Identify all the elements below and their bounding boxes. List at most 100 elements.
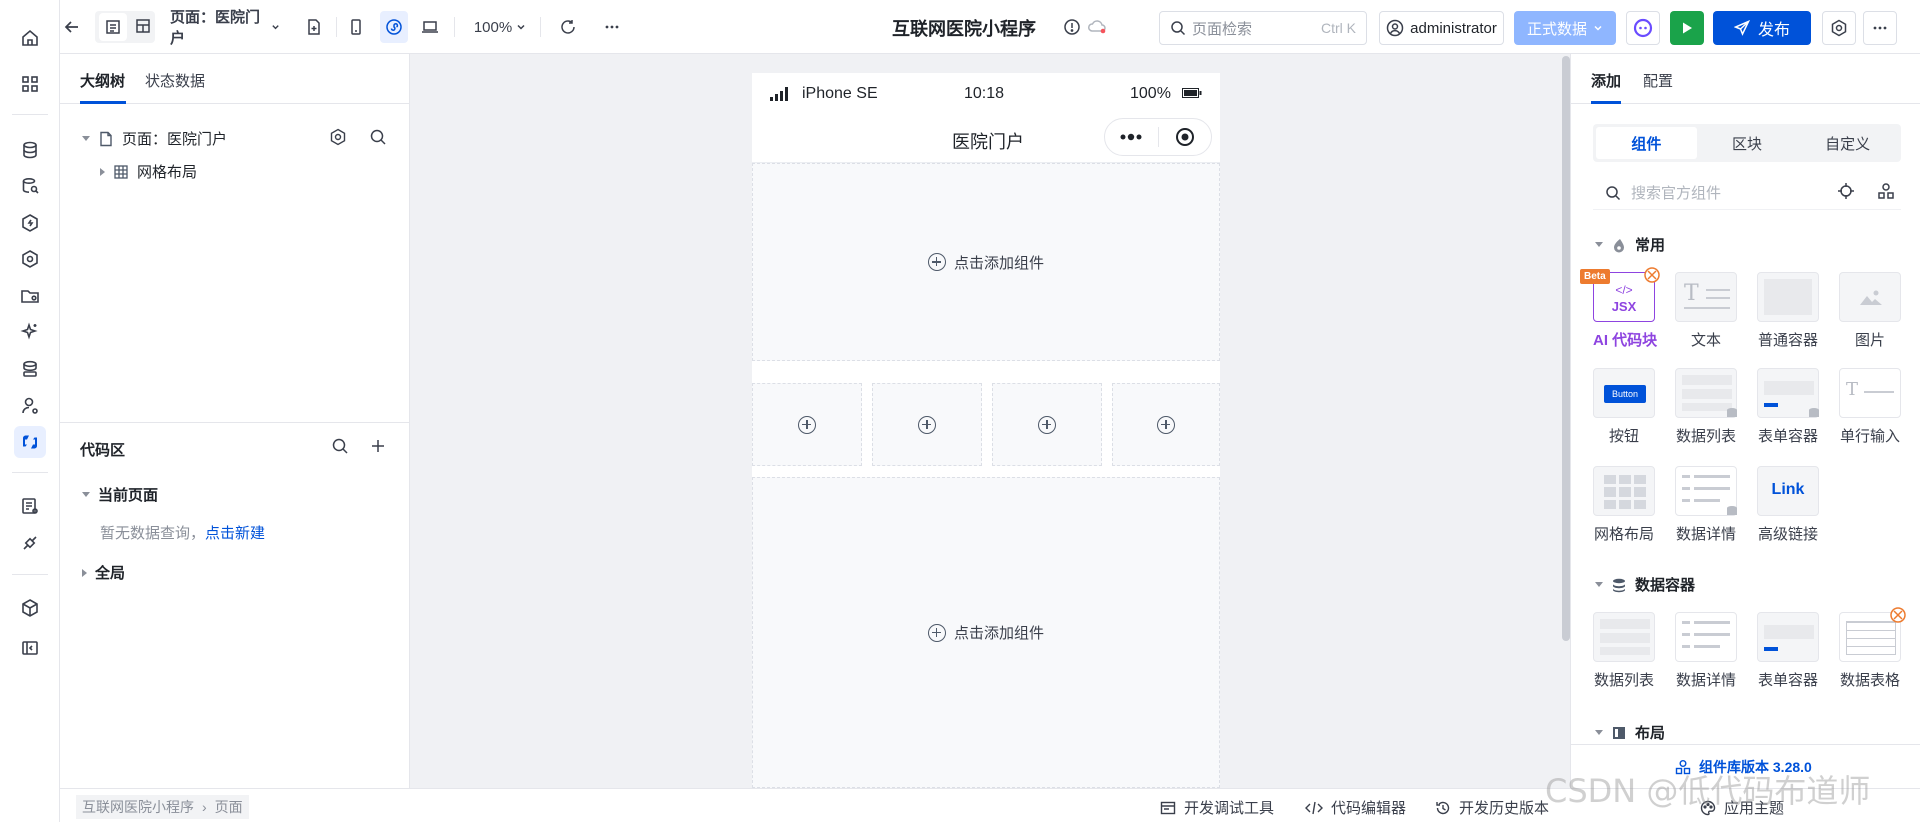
grid-cell-2[interactable] bbox=[872, 383, 982, 466]
grid-cell-3[interactable] bbox=[992, 383, 1102, 466]
breadcrumb-page[interactable]: 页面 bbox=[215, 797, 243, 817]
tree-node-page[interactable]: 页面：医院门户 bbox=[82, 128, 227, 149]
component-form-container[interactable]: 表单容器 bbox=[1757, 368, 1819, 446]
drop-zone-top[interactable]: 点击添加组件 bbox=[752, 163, 1220, 361]
caret-right-icon[interactable] bbox=[82, 568, 87, 577]
layout-view-icon[interactable] bbox=[135, 18, 151, 37]
apps-grid-icon[interactable] bbox=[14, 68, 46, 100]
back-arrow-icon[interactable] bbox=[60, 11, 84, 43]
desktop-device-icon[interactable] bbox=[416, 11, 444, 43]
component-text[interactable]: T 文本 bbox=[1675, 272, 1737, 350]
storage-icon[interactable] bbox=[14, 353, 46, 385]
tab-outline-tree[interactable]: 大纲树 bbox=[80, 70, 125, 91]
component-data-list[interactable]: 数据列表 bbox=[1675, 368, 1737, 446]
grid-cell-1[interactable] bbox=[752, 383, 862, 466]
section-layout[interactable]: 布局 bbox=[1595, 722, 1665, 743]
report-icon[interactable] bbox=[14, 490, 46, 522]
caret-down-icon[interactable] bbox=[1595, 242, 1603, 247]
page-builder-icon[interactable] bbox=[14, 426, 46, 458]
dev-debug-tool[interactable]: 开发调试工具 bbox=[1160, 797, 1274, 818]
tree-node-grid-layout[interactable]: 网格布局 bbox=[100, 161, 197, 182]
mobile-device-icon[interactable] bbox=[342, 11, 370, 43]
outline-view-icon[interactable] bbox=[99, 13, 127, 41]
tab-config[interactable]: 配置 bbox=[1643, 70, 1673, 91]
plugin-icon[interactable] bbox=[14, 527, 46, 559]
section-common[interactable]: 常用 bbox=[1595, 234, 1665, 255]
component-button[interactable]: Button 按钮 bbox=[1593, 368, 1655, 446]
page-search-input[interactable]: 页面检索 Ctrl K bbox=[1159, 11, 1367, 45]
more-options-icon[interactable] bbox=[598, 11, 626, 43]
component-form-container-2[interactable]: 表单容器 bbox=[1757, 612, 1819, 690]
add-page-icon[interactable] bbox=[300, 11, 328, 43]
beta-badge: Beta bbox=[1580, 269, 1610, 284]
run-preview-button[interactable] bbox=[1670, 11, 1704, 45]
component-container[interactable]: 普通容器 bbox=[1757, 272, 1819, 350]
caret-down-icon[interactable] bbox=[82, 136, 90, 141]
collapse-sidebar-icon[interactable] bbox=[14, 632, 46, 664]
signal-icon bbox=[770, 87, 788, 101]
segment-custom[interactable]: 自定义 bbox=[1797, 127, 1898, 159]
cube-icon[interactable] bbox=[14, 592, 46, 624]
component-data-table[interactable]: 数据表格 bbox=[1839, 607, 1906, 690]
mini-program-capsule[interactable] bbox=[1104, 118, 1212, 156]
user-button[interactable]: administrator bbox=[1379, 11, 1504, 45]
dev-history-tool[interactable]: 开发历史版本 bbox=[1435, 797, 1549, 818]
component-ai-code-block[interactable]: Beta </> JSX AI 代码块 bbox=[1580, 267, 1660, 350]
connector-icon[interactable] bbox=[14, 243, 46, 275]
database-search-icon[interactable] bbox=[14, 170, 46, 202]
code-editor-tool[interactable]: 代码编辑器 bbox=[1305, 797, 1406, 818]
component-data-list-2[interactable]: 数据列表 bbox=[1593, 612, 1655, 690]
component-grid-layout[interactable]: 网格布局 bbox=[1593, 466, 1655, 544]
home-icon[interactable] bbox=[14, 22, 46, 54]
component-data-detail-2[interactable]: 数据详情 bbox=[1675, 612, 1737, 690]
code-search-icon[interactable] bbox=[331, 437, 349, 458]
code-current-page[interactable]: 当前页面 bbox=[82, 484, 158, 505]
page-selector[interactable]: 页面：医院门户 bbox=[170, 9, 280, 47]
cloud-sync-icon[interactable] bbox=[1085, 11, 1109, 43]
folder-user-icon[interactable] bbox=[14, 280, 46, 312]
tree-search-icon[interactable] bbox=[369, 128, 387, 149]
ai-assistant-button[interactable] bbox=[1626, 11, 1660, 45]
component-advanced-link[interactable]: Link 高级链接 bbox=[1757, 466, 1819, 544]
node-settings-icon[interactable] bbox=[329, 128, 347, 149]
section-data-container[interactable]: 数据容器 bbox=[1595, 574, 1695, 595]
publish-button[interactable]: 发布 bbox=[1713, 11, 1811, 45]
api-hexagon-icon[interactable] bbox=[14, 207, 46, 239]
caret-down-icon[interactable] bbox=[1595, 582, 1603, 587]
data-env-button[interactable]: 正式数据 bbox=[1514, 11, 1616, 45]
data-list-thumb bbox=[1593, 612, 1655, 662]
caret-down-icon[interactable] bbox=[82, 492, 90, 497]
sparkle-icon[interactable] bbox=[14, 316, 46, 348]
zoom-selector[interactable]: 100% bbox=[470, 11, 530, 43]
canvas-scrollbar[interactable] bbox=[1562, 56, 1570, 641]
component-image[interactable]: 图片 bbox=[1839, 272, 1901, 350]
code-global[interactable]: 全局 bbox=[82, 562, 125, 583]
settings-button[interactable] bbox=[1822, 11, 1856, 45]
capsule-close-icon[interactable] bbox=[1158, 127, 1211, 147]
create-query-link[interactable]: 点击新建 bbox=[205, 525, 265, 542]
component-data-detail[interactable]: 数据详情 bbox=[1675, 466, 1737, 544]
mini-program-device-icon[interactable] bbox=[380, 11, 408, 43]
breadcrumb-app[interactable]: 互联网医院小程序 bbox=[82, 797, 194, 817]
section-title: 布局 bbox=[1635, 725, 1666, 742]
add-code-icon[interactable] bbox=[369, 437, 387, 458]
component-lib-icon[interactable] bbox=[1877, 182, 1895, 204]
info-icon[interactable] bbox=[1060, 11, 1084, 43]
grid-cell-4[interactable] bbox=[1112, 383, 1220, 466]
capsule-more-icon[interactable] bbox=[1105, 133, 1158, 141]
tab-add[interactable]: 添加 bbox=[1591, 70, 1621, 91]
refresh-icon[interactable] bbox=[554, 11, 582, 43]
more-menu-button[interactable] bbox=[1863, 11, 1897, 45]
component-search-input[interactable]: 搜索官方组件 bbox=[1593, 176, 1901, 210]
segment-blocks[interactable]: 区块 bbox=[1697, 127, 1798, 159]
caret-right-icon[interactable] bbox=[100, 167, 105, 176]
database-icon[interactable] bbox=[14, 134, 46, 166]
data-source-icon bbox=[1809, 408, 1819, 417]
caret-down-icon[interactable] bbox=[1595, 730, 1603, 735]
drop-zone-bottom[interactable]: 点击添加组件 bbox=[752, 477, 1220, 788]
tab-state-data[interactable]: 状态数据 bbox=[145, 70, 205, 91]
component-text-input[interactable]: T 单行输入 bbox=[1839, 368, 1901, 446]
locate-icon[interactable] bbox=[1837, 182, 1855, 204]
user-settings-icon[interactable] bbox=[14, 390, 46, 422]
segment-components[interactable]: 组件 bbox=[1596, 127, 1697, 159]
